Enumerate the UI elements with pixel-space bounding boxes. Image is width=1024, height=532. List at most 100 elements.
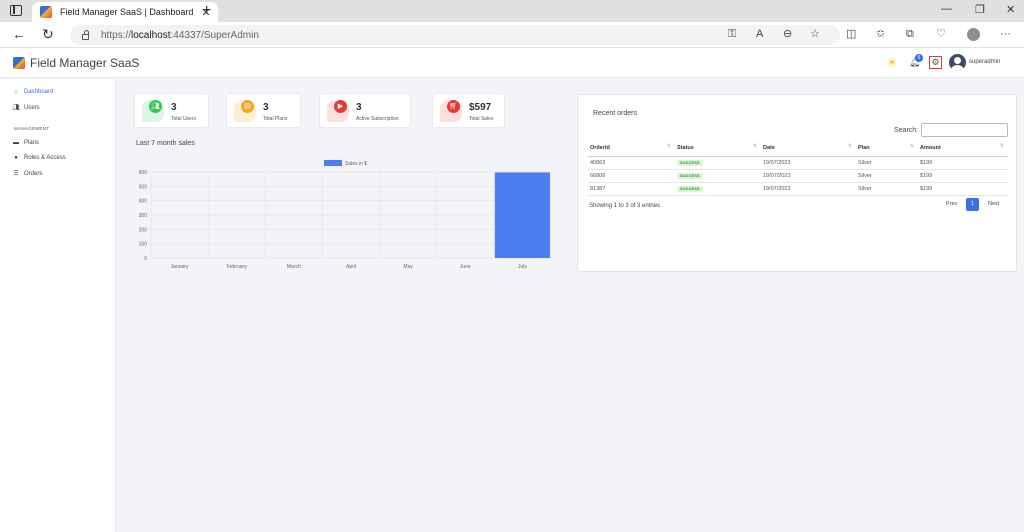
sidebar-item-label: Users	[24, 104, 40, 111]
profile-icon[interactable]	[967, 28, 980, 41]
stat-card-active-subscription: ▶ 3 Active Subscription	[319, 93, 411, 128]
next-page-button[interactable]: Next	[988, 198, 999, 211]
table-row: 81387 SUCCESS 19/07/2023 Silver $199	[588, 182, 1008, 196]
brand-name[interactable]: Field Manager SaaS	[30, 56, 139, 70]
username[interactable]: superadmin	[969, 59, 1000, 65]
orders-table: OrderId ⇅ Status ⇅ Date ⇅ Plan ⇅ Amount ⇅ 408…	[588, 141, 1008, 196]
close-window-icon[interactable]: ✕	[1006, 3, 1015, 16]
sidebar-section-heading: MANAGEMENT	[14, 126, 50, 131]
favorite-icon[interactable]: ☆	[810, 29, 820, 40]
sales-bar-chart: 0 100 200 300 400 500 600 January February March A…	[139, 160, 552, 270]
table-row: 66808 SUCCESS 19/07/2023 Silver $199	[588, 169, 1008, 183]
bar-july	[494, 172, 550, 258]
cell-date: 19/07/2023	[761, 156, 856, 170]
column-header-plan[interactable]: Plan ⇅	[856, 141, 918, 157]
table-header-row: OrderId ⇅ Status ⇅ Date ⇅ Plan ⇅ Amount ⇅	[588, 141, 1008, 157]
new-tab-icon[interactable]: +	[202, 3, 211, 19]
stat-label: Total Users	[171, 116, 197, 122]
cart-icon: 🛒︎	[440, 100, 462, 122]
y-tick-label: 600	[139, 170, 148, 176]
column-header-status[interactable]: Status ⇅	[675, 141, 761, 157]
back-icon[interactable]: ←	[12, 27, 26, 41]
cell-amount: $199	[918, 156, 1008, 170]
column-header-date[interactable]: Date ⇅	[761, 141, 856, 157]
app-header: Field Manager SaaS ☀ 🔔︎ 6 ⚙ superadmin	[0, 48, 1024, 78]
collections-icon[interactable]: ⧉	[906, 29, 914, 40]
status-badge: SUCCESS	[677, 172, 703, 179]
column-header-orderid[interactable]: OrderId ⇅	[588, 141, 675, 157]
zoom-icon[interactable]: ⊖	[783, 29, 792, 40]
sun-icon[interactable]: ☀	[887, 58, 897, 68]
stat-card-total-users: 👥︎ 3 Total Users	[134, 93, 209, 128]
y-tick-label: 200	[139, 227, 148, 233]
cell-orderid: 40863	[588, 156, 675, 170]
refresh-icon[interactable]: ↻	[42, 27, 54, 41]
cell-status: SUCCESS	[675, 156, 761, 170]
stat-card-total-sales: 🛒︎ $597 Total Sales	[432, 93, 505, 128]
browser-tab[interactable]: Field Manager SaaS | Dashboard ✕	[32, 2, 218, 22]
stat-label: Active Subscription	[356, 116, 399, 122]
sidebar-item-label: Dashboard	[24, 89, 54, 95]
cell-amount: $199	[918, 182, 1008, 196]
status-badge: SUCCESS	[677, 185, 703, 192]
favicon-icon	[40, 6, 52, 18]
minimize-icon[interactable]: —	[941, 3, 952, 15]
avatar[interactable]	[949, 54, 966, 71]
extensions-icon[interactable]: ♡	[936, 29, 946, 40]
cell-date: 19/07/2023	[761, 169, 856, 183]
x-tick-label: July	[518, 264, 527, 270]
chart-title: Last 7 month sales	[136, 140, 195, 147]
x-tick-label: February	[227, 264, 248, 270]
more-icon[interactable]: ···	[1000, 29, 1011, 40]
sidebar-item-label: Roles & Access	[24, 155, 66, 161]
tab-title: Field Manager SaaS | Dashboard	[60, 7, 194, 17]
sort-icon: ⇅	[999, 143, 1004, 149]
credit-card-icon: ▬	[13, 140, 19, 146]
sidebar-item-dashboard[interactable]: ⌂ Dashboard	[12, 89, 53, 95]
table-summary: Showing 1 to 3 of 3 entries	[589, 203, 661, 209]
key-icon[interactable]: ⚿	[728, 29, 736, 40]
legend-label: Sales in $	[345, 161, 367, 167]
sidebar-item-label: Orders	[24, 170, 43, 177]
list-icon: ☰	[13, 171, 19, 177]
read-aloud-icon[interactable]: A	[756, 29, 763, 40]
split-screen-icon[interactable]: ◫	[846, 29, 856, 40]
search-label: Search:	[894, 127, 919, 134]
page-1-button[interactable]: 1	[966, 198, 979, 211]
x-tick-label: April	[346, 264, 356, 270]
x-tick-label: March	[287, 264, 301, 270]
prev-page-button[interactable]: Prev	[946, 198, 957, 211]
url-field[interactable]: https://localhost:44337/SuperAdmin	[70, 25, 840, 45]
search-input[interactable]	[921, 123, 1008, 137]
x-tick-label: January	[171, 264, 189, 270]
column-header-amount[interactable]: Amount ⇅	[918, 141, 1008, 157]
lock-icon[interactable]	[82, 29, 89, 40]
sidebar-item-orders[interactable]: ☰ Orders	[12, 170, 43, 178]
x-tick-label: May	[403, 264, 413, 270]
sidebar-item-label: Plans	[24, 140, 40, 146]
orders-title: Recent orders	[593, 110, 637, 117]
logo-icon	[13, 57, 25, 69]
sidebar-item-roles-access[interactable]: ● Roles & Access	[12, 155, 66, 161]
x-tick-label: June	[460, 264, 471, 270]
gear-icon[interactable]: ⚙	[929, 56, 942, 69]
stat-value: $597	[469, 102, 492, 113]
cell-orderid: 81387	[588, 182, 675, 196]
cell-status: SUCCESS	[675, 182, 761, 196]
home-icon: ⌂	[14, 89, 18, 95]
tab-actions-icon[interactable]	[10, 5, 22, 16]
stat-value: 3	[171, 102, 177, 113]
y-tick-label: 100	[139, 242, 148, 248]
stat-value: 3	[263, 102, 269, 113]
sidebar-item-plans[interactable]: ▬ Plans	[12, 140, 39, 146]
favorites-icon[interactable]: ✩	[876, 29, 885, 40]
sidebar-item-users[interactable]: 👥︎ Users	[12, 104, 40, 112]
users-icon: 👥︎	[142, 100, 164, 122]
sort-icon: ⇅	[847, 143, 852, 149]
stat-value: 3	[356, 102, 362, 113]
cell-amount: $199	[918, 169, 1008, 183]
restore-icon[interactable]: ❐	[975, 3, 985, 16]
cell-orderid: 66808	[588, 169, 675, 183]
cell-status: SUCCESS	[675, 169, 761, 183]
sort-icon: ⇅	[752, 143, 757, 149]
